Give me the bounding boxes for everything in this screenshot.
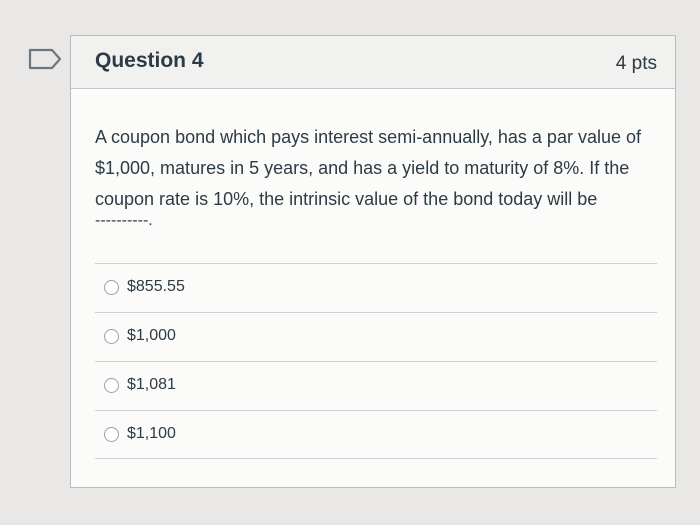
answer-option[interactable]: $1,100 xyxy=(95,410,657,459)
answer-label[interactable]: $1,081 xyxy=(127,376,176,394)
question-header: Question 4 4 pts xyxy=(71,36,675,89)
radio-button[interactable] xyxy=(104,378,119,393)
answer-label[interactable]: $1,100 xyxy=(127,425,176,443)
flag-question-icon[interactable] xyxy=(28,48,62,70)
answer-blank: ----------. xyxy=(95,212,153,229)
question-points: 4 pts xyxy=(615,53,657,74)
answer-option[interactable]: $1,000 xyxy=(95,312,657,361)
radio-button[interactable] xyxy=(104,427,119,442)
radio-button[interactable] xyxy=(104,280,119,295)
answer-list: $855.55 $1,000 $1,081 $1,100 xyxy=(95,263,657,459)
question-title: Question 4 xyxy=(95,49,204,72)
answer-option[interactable]: $855.55 xyxy=(95,263,657,312)
answer-option[interactable]: $1,081 xyxy=(95,361,657,410)
answer-label[interactable]: $1,000 xyxy=(127,327,176,345)
answer-label[interactable]: $855.55 xyxy=(127,278,185,296)
question-card: Question 4 4 pts A coupon bond which pay… xyxy=(70,35,676,488)
radio-button[interactable] xyxy=(104,329,119,344)
question-text: A coupon bond which pays interest semi-a… xyxy=(95,127,641,209)
